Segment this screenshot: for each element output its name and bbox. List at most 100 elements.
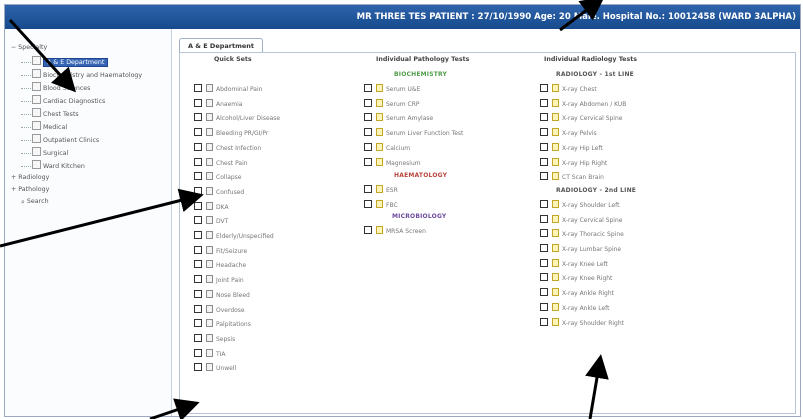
checkbox[interactable] bbox=[540, 98, 548, 107]
quick-set-item[interactable]: Palpitations bbox=[194, 319, 251, 328]
radiology-test-item[interactable]: X-ray Pelvis bbox=[540, 128, 597, 137]
checkbox[interactable] bbox=[364, 98, 372, 107]
radiology-test-item[interactable]: X-ray Knee Right bbox=[540, 273, 612, 282]
checkbox[interactable] bbox=[364, 199, 372, 208]
expand-icon[interactable]: + bbox=[11, 174, 16, 181]
checkbox[interactable] bbox=[194, 172, 202, 181]
tree-item-radiology[interactable]: + Radiology bbox=[11, 173, 49, 183]
tree-item-cardiac[interactable]: Cardiac Diagnostics bbox=[21, 95, 105, 105]
checkbox[interactable] bbox=[540, 157, 548, 166]
quick-set-item[interactable]: Anaemia bbox=[194, 98, 242, 108]
quick-set-item[interactable]: Overdose bbox=[194, 304, 245, 314]
quick-set-item[interactable]: Alcohol/Liver Disease bbox=[194, 113, 280, 122]
checkbox[interactable] bbox=[194, 84, 202, 92]
checkbox[interactable] bbox=[540, 172, 548, 181]
checkbox[interactable] bbox=[194, 142, 202, 151]
checkbox[interactable] bbox=[540, 142, 548, 151]
tree-item-ward-kitchen[interactable]: Ward Kitchen bbox=[21, 160, 85, 170]
tree-item-search[interactable]: ⌕ Search bbox=[21, 197, 49, 207]
checkbox[interactable] bbox=[540, 244, 548, 252]
quick-set-item[interactable]: Fit/Seizure bbox=[194, 245, 247, 255]
checkbox[interactable] bbox=[194, 201, 202, 210]
checkbox[interactable] bbox=[194, 98, 202, 107]
checkbox[interactable] bbox=[194, 319, 202, 328]
checkbox[interactable] bbox=[540, 214, 548, 223]
checkbox[interactable] bbox=[194, 275, 202, 284]
radiology-test-item[interactable]: X-ray Knee Left bbox=[540, 258, 608, 268]
quick-set-item[interactable]: Bleeding PR/GI/Pr bbox=[194, 128, 268, 137]
tree-item-chest-tests[interactable]: Chest Tests bbox=[21, 108, 79, 118]
quick-set-item[interactable]: Headache bbox=[194, 260, 246, 269]
radiology-test-item[interactable]: X-ray Shoulder Right bbox=[540, 317, 624, 327]
radiology-test-item[interactable]: X-ray Hip Right bbox=[540, 157, 607, 167]
tree-item-pathology[interactable]: + Pathology bbox=[11, 185, 49, 195]
pathology-test-item[interactable]: Magnesium bbox=[364, 157, 421, 167]
checkbox[interactable] bbox=[194, 289, 202, 298]
quick-set-item[interactable]: Elderly/Unspecified bbox=[194, 231, 274, 240]
radiology-test-item[interactable]: X-ray Thoracic Spine bbox=[540, 229, 624, 238]
tree-root-specialty[interactable]: − Specialty bbox=[11, 43, 47, 53]
checkbox[interactable] bbox=[540, 258, 548, 267]
quick-set-item[interactable]: Chest Infection bbox=[194, 142, 261, 152]
radiology-test-item[interactable]: CT Scan Brain bbox=[540, 172, 604, 181]
checkbox[interactable] bbox=[364, 84, 372, 92]
quick-set-item[interactable]: Joint Pain bbox=[194, 275, 244, 284]
checkbox[interactable] bbox=[194, 216, 202, 225]
checkbox[interactable] bbox=[194, 113, 202, 122]
pathology-test-item[interactable]: MRSA Screen bbox=[364, 225, 426, 235]
checkbox[interactable] bbox=[194, 348, 202, 357]
checkbox[interactable] bbox=[364, 128, 372, 137]
checkbox[interactable] bbox=[194, 186, 202, 195]
radiology-test-item[interactable]: X-ray Ankle Right bbox=[540, 288, 614, 297]
pathology-test-item[interactable]: Serum U&E bbox=[364, 84, 420, 93]
quick-set-item[interactable]: Confused bbox=[194, 186, 244, 196]
checkbox[interactable] bbox=[540, 302, 548, 311]
collapse-icon[interactable]: − bbox=[11, 44, 16, 51]
checkbox[interactable] bbox=[540, 229, 548, 238]
quick-set-item[interactable]: Unwell bbox=[194, 363, 236, 372]
checkbox[interactable] bbox=[540, 288, 548, 297]
checkbox[interactable] bbox=[194, 363, 202, 372]
checkbox[interactable] bbox=[540, 113, 548, 122]
pathology-test-item[interactable]: Serum Amylase bbox=[364, 113, 433, 122]
tree-item-medical[interactable]: Medical bbox=[21, 121, 67, 131]
checkbox[interactable] bbox=[540, 128, 548, 137]
checkbox[interactable] bbox=[194, 128, 202, 137]
tree-item-surgical[interactable]: Surgical bbox=[21, 147, 68, 157]
radiology-test-item[interactable]: X-ray Cervical Spine bbox=[540, 113, 622, 122]
checkbox[interactable] bbox=[364, 113, 372, 122]
checkbox[interactable] bbox=[194, 157, 202, 166]
checkbox[interactable] bbox=[364, 157, 372, 166]
quick-set-item[interactable]: TIA bbox=[194, 348, 226, 358]
checkbox[interactable] bbox=[540, 199, 548, 208]
radiology-test-item[interactable]: X-ray Hip Left bbox=[540, 142, 603, 152]
radiology-test-item[interactable]: X-ray Cervical Spine bbox=[540, 214, 622, 224]
checkbox[interactable] bbox=[194, 231, 202, 239]
pathology-test-item[interactable]: Serum CRP bbox=[364, 98, 420, 108]
quick-set-item[interactable]: Chest Pain bbox=[194, 157, 248, 167]
pathology-test-item[interactable]: ESR bbox=[364, 185, 398, 194]
tree-item-ae-department[interactable]: A & E Department bbox=[21, 56, 109, 67]
radiology-test-item[interactable]: X-ray Shoulder Left bbox=[540, 199, 620, 209]
tree-item-biochemistry[interactable]: Biochemistry and Haematology bbox=[21, 69, 142, 79]
pathology-test-item[interactable]: Calcium bbox=[364, 142, 410, 152]
quick-set-item[interactable]: Sepsis bbox=[194, 333, 235, 343]
checkbox[interactable] bbox=[364, 225, 372, 234]
checkbox[interactable] bbox=[194, 333, 202, 342]
quick-set-item[interactable]: DVT bbox=[194, 216, 228, 225]
checkbox[interactable] bbox=[540, 273, 548, 282]
radiology-test-item[interactable]: X-ray Ankle Left bbox=[540, 302, 610, 312]
expand-icon[interactable]: + bbox=[11, 186, 16, 193]
pathology-test-item[interactable]: Serum Liver Function Test bbox=[364, 128, 463, 137]
radiology-test-item[interactable]: X-ray Chest bbox=[540, 84, 597, 93]
radiology-test-item[interactable]: X-ray Lumbar Spine bbox=[540, 244, 621, 253]
tree-item-blood-sciences[interactable]: Blood Sciences bbox=[21, 82, 90, 92]
checkbox[interactable] bbox=[194, 304, 202, 313]
checkbox[interactable] bbox=[194, 260, 202, 269]
pathology-test-item[interactable]: FBC bbox=[364, 199, 398, 209]
tree-item-outpatient[interactable]: Outpatient Clinics bbox=[21, 134, 99, 144]
quick-set-item[interactable]: Nose Bleed bbox=[194, 289, 250, 299]
checkbox[interactable] bbox=[364, 185, 372, 194]
quick-set-item[interactable]: Collapse bbox=[194, 172, 242, 181]
quick-set-item[interactable]: Abdominal Pain bbox=[194, 84, 262, 93]
